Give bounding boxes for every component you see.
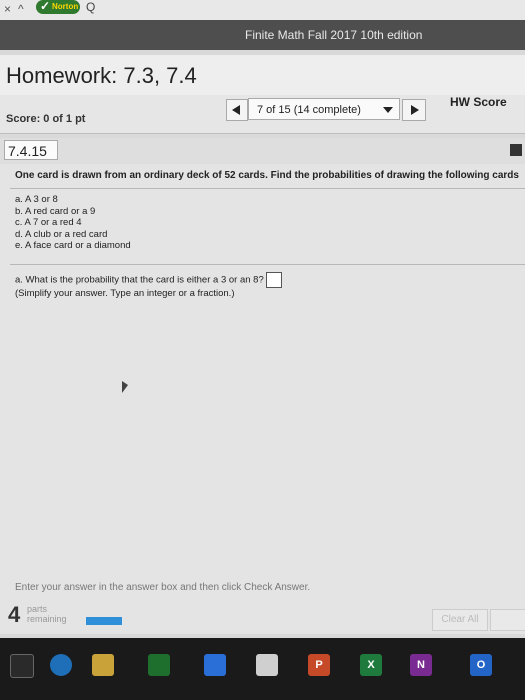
edge-icon[interactable] xyxy=(50,654,72,676)
browser-toolbar: × ^ ✓ Norton Q xyxy=(0,0,525,20)
mouse-cursor-icon xyxy=(122,381,128,393)
homework-header: Homework: 7.3, 7.4 xyxy=(0,55,525,96)
part-item: a. A 3 or 8 xyxy=(15,194,58,205)
onenote-letter: N xyxy=(417,659,425,671)
search-icon[interactable]: Q xyxy=(86,0,95,14)
score-label: Score: 0 of 1 pt xyxy=(6,113,86,125)
clear-all-button[interactable]: Clear All xyxy=(432,609,488,631)
question-bar: 7.4.15 xyxy=(0,138,525,164)
next-question-button[interactable] xyxy=(402,99,426,121)
course-header: Finite Math Fall 2017 10th edition xyxy=(0,20,525,50)
parts-progress-bar xyxy=(86,617,122,625)
outlook-letter: O xyxy=(476,659,486,671)
question-prompt: One card is drawn from an ordinary deck … xyxy=(15,170,519,181)
powerpoint-letter: P xyxy=(315,659,323,671)
parts-remaining-label: parts remaining xyxy=(27,604,67,624)
excel-icon[interactable]: X xyxy=(360,654,382,676)
parts-list: a. A 3 or 8 b. A red card or a 9 c. A 7 or… xyxy=(15,194,131,252)
taskbar: P X N O xyxy=(0,638,525,700)
part-item: d. A club or a red card xyxy=(15,228,108,240)
norton-label: Norton xyxy=(52,2,79,11)
previous-question-button[interactable] xyxy=(226,99,248,121)
part-item: c. A 7 or a red 4 xyxy=(15,217,82,228)
question-selector[interactable]: 7 of 15 (14 complete) xyxy=(248,98,400,120)
part-item: e. A face card or a diamond xyxy=(15,240,131,251)
score-bar: Score: 0 of 1 pt 7 of 15 (14 complete) H… xyxy=(0,95,525,134)
file-explorer-icon[interactable] xyxy=(92,654,114,676)
onenote-icon[interactable]: N xyxy=(410,654,432,676)
onedrive-icon[interactable] xyxy=(256,654,278,676)
answer-hint: (Simplify your answer. Type an integer o… xyxy=(15,288,235,299)
homework-title: Homework: 7.3, 7.4 xyxy=(6,63,197,88)
norton-extension-button[interactable]: ✓ Norton xyxy=(36,0,80,14)
store-icon[interactable] xyxy=(148,654,170,676)
course-title: Finite Math Fall 2017 10th edition xyxy=(245,28,423,42)
close-icon[interactable]: × xyxy=(4,2,11,16)
powerpoint-icon[interactable]: P xyxy=(308,654,330,676)
parts-remaining-count: 4 xyxy=(8,602,21,627)
question-counter: 7 of 15 (14 complete) xyxy=(257,104,361,116)
part-item: b. A red card or a 9 xyxy=(15,205,96,217)
chevron-down-icon xyxy=(383,107,393,113)
question-number: 7.4.15 xyxy=(4,140,58,160)
divider xyxy=(10,188,525,189)
answer-input[interactable] xyxy=(265,272,282,288)
dropbox-icon[interactable] xyxy=(204,654,226,676)
current-part-question: a. What is the probability that the card… xyxy=(15,274,264,286)
check-answer-button[interactable] xyxy=(490,609,525,631)
parts-label: parts xyxy=(27,604,48,614)
hw-score-label[interactable]: HW Score xyxy=(450,95,507,109)
remaining-label: remaining xyxy=(27,614,67,624)
instruction-text: Enter your answer in the answer box and … xyxy=(15,582,311,593)
checkmark-icon: ✓ xyxy=(40,0,51,13)
current-part: a. What is the probability that the card… xyxy=(15,272,282,300)
excel-letter: X xyxy=(367,659,375,671)
question-panel: One card is drawn from an ordinary deck … xyxy=(0,164,525,634)
divider xyxy=(10,264,525,265)
windows-icon[interactable] xyxy=(10,654,34,678)
grid-menu-icon[interactable] xyxy=(510,144,522,156)
outlook-icon[interactable]: O xyxy=(470,654,492,676)
chevron-up-icon[interactable]: ^ xyxy=(18,2,24,16)
